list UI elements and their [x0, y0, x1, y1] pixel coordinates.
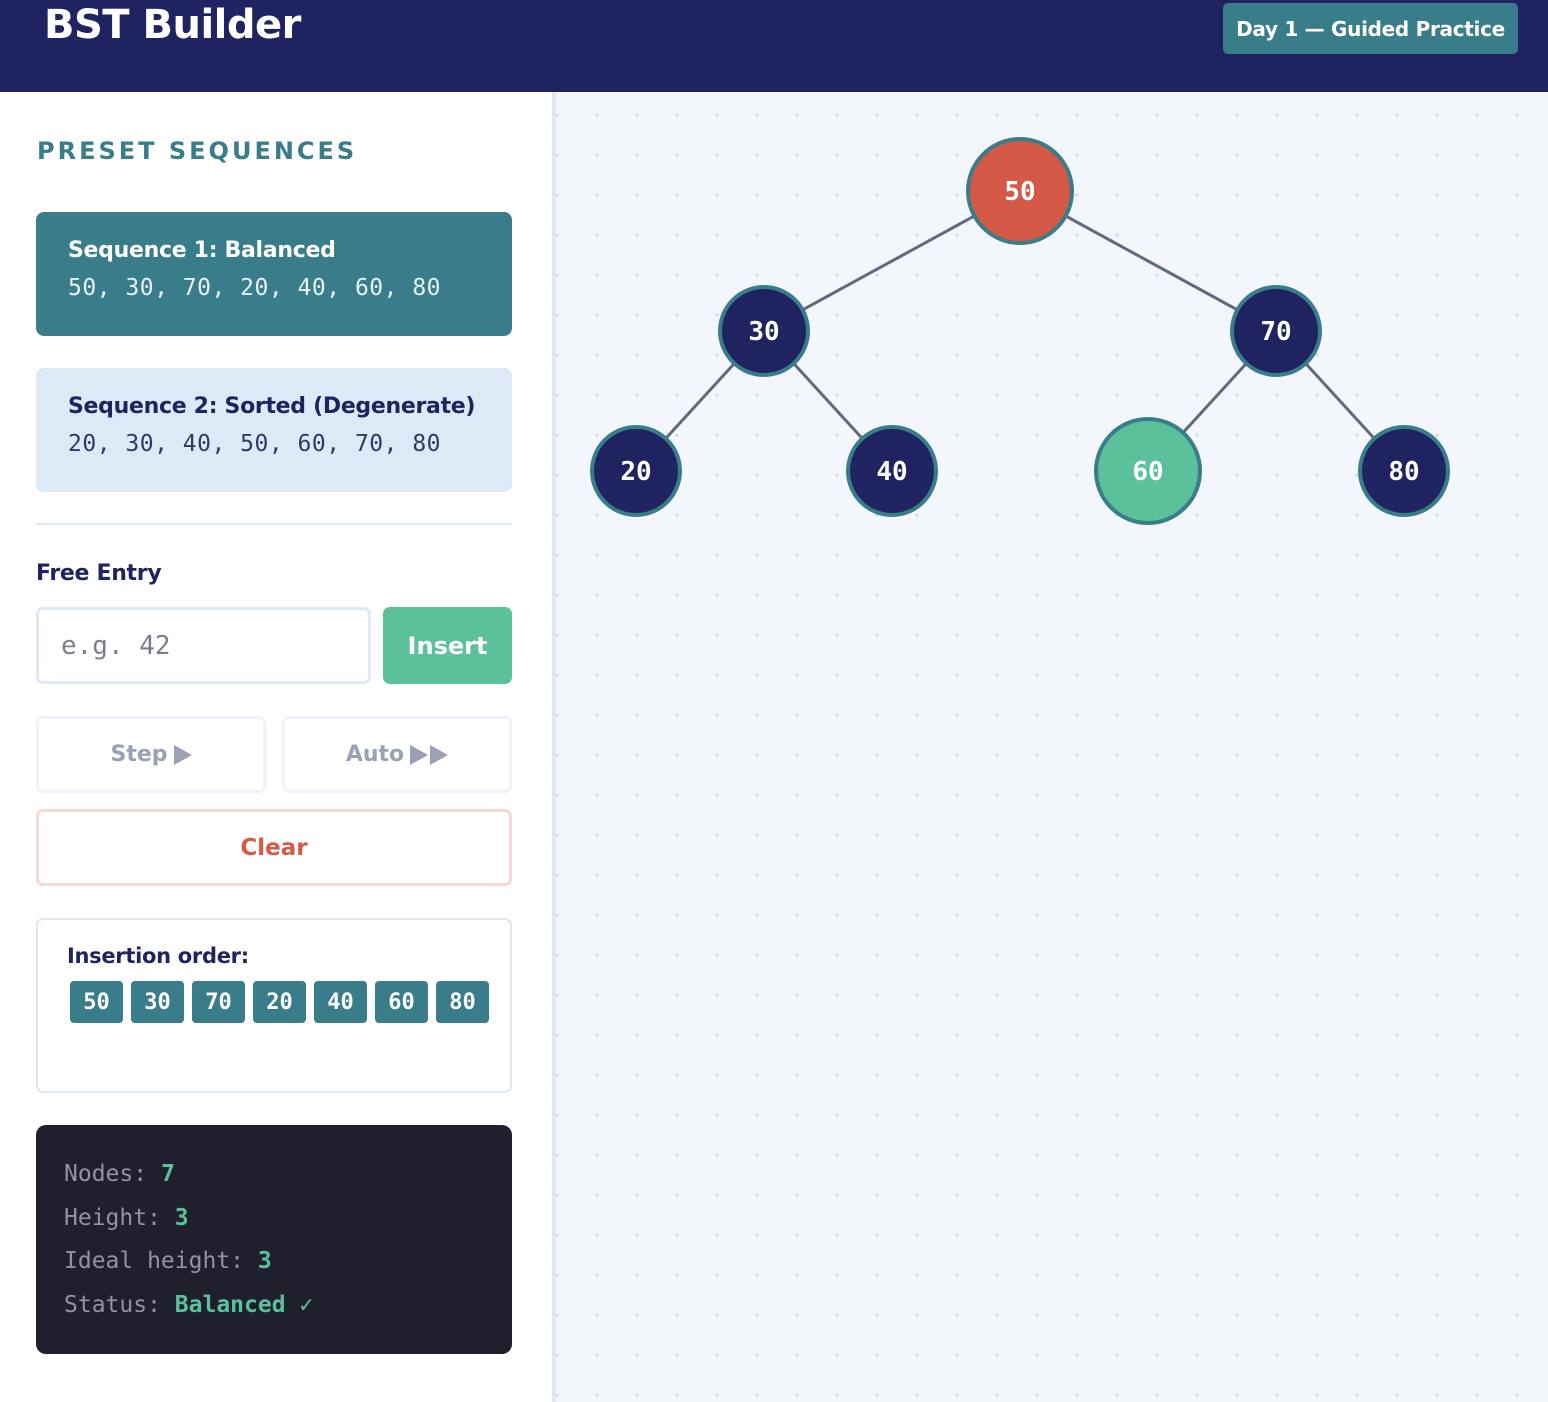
tree-node-label: 30 [748, 317, 779, 347]
tree-node-70[interactable]: 70 [1230, 285, 1322, 377]
tree-node-label: 80 [1388, 457, 1419, 487]
auto-button-label: Auto [345, 742, 405, 767]
tree-node-30[interactable]: 30 [718, 285, 810, 377]
sequence-name: Sequence 1: Balanced [68, 238, 336, 263]
free-entry-input[interactable] [36, 607, 371, 684]
order-chip: 50 [70, 981, 123, 1023]
free-entry-label: Free Entry [36, 561, 162, 586]
order-chip: 80 [436, 981, 489, 1023]
auto-button[interactable]: Auto [282, 716, 512, 793]
stat-status: Status: Balanced ✓ [64, 1291, 314, 1318]
stat-nodes: Nodes: 7 [64, 1161, 175, 1187]
tree-node-40[interactable]: 40 [846, 425, 938, 517]
day-badge: Day 1 — Guided Practice [1223, 3, 1518, 54]
clear-button[interactable]: Clear [36, 809, 512, 886]
step-button-label: Step [110, 742, 168, 767]
tree-node-label: 20 [620, 457, 651, 487]
stat-ideal-height: Ideal height: 3 [64, 1248, 272, 1274]
stat-height: Height: 3 [64, 1204, 189, 1231]
tree-svg: 50 30 70 20 40 60 80 [590, 137, 1450, 525]
step-button[interactable]: Step [36, 716, 266, 793]
play-icon [173, 744, 192, 765]
order-chip: 70 [192, 981, 245, 1023]
fast-forward-icon [410, 744, 449, 765]
app-title: BST Builder [44, 2, 301, 48]
tree-canvas[interactable]: 50 30 70 20 40 60 80 [556, 92, 1548, 1402]
stats-panel: Nodes: 7 Height: 3 Ideal height: 3 Statu… [36, 1125, 512, 1354]
order-chip: 20 [253, 981, 306, 1023]
tree-node-label: 70 [1260, 317, 1291, 347]
tree-node-80[interactable]: 80 [1358, 425, 1450, 517]
tree-node-20[interactable]: 20 [590, 425, 682, 517]
tree-node-label: 50 [1004, 177, 1035, 207]
preset-sequence-sorted[interactable]: Sequence 2: Sorted (Degenerate) 20, 30, … [36, 368, 512, 492]
tree-node-60[interactable]: 60 [1094, 417, 1202, 525]
section-divider [36, 523, 512, 525]
order-chip: 40 [314, 981, 367, 1023]
insertion-order-label: Insertion order: [67, 944, 249, 968]
preset-sequence-balanced[interactable]: Sequence 1: Balanced 50, 30, 70, 20, 40,… [36, 212, 512, 336]
preset-sequences-heading: PRESET SEQUENCES [37, 137, 358, 165]
sequence-values: 50, 30, 70, 20, 40, 60, 80 [68, 275, 442, 301]
tree-node-label: 40 [876, 457, 907, 487]
tree-node-label: 60 [1132, 457, 1163, 487]
insertion-order-panel: Insertion order: 50 30 70 20 40 60 80 [36, 918, 512, 1093]
sequence-name: Sequence 2: Sorted (Degenerate) [68, 394, 476, 419]
sequence-values: 20, 30, 40, 50, 60, 70, 80 [68, 431, 442, 457]
order-chip: 30 [131, 981, 184, 1023]
tree-node-50[interactable]: 50 [966, 137, 1074, 245]
order-chip: 60 [375, 981, 428, 1023]
insertion-order-chips: 50 30 70 20 40 60 80 [70, 981, 490, 1023]
app-header: BST Builder Day 1 — Guided Practice [0, 0, 1548, 92]
insert-button[interactable]: Insert [383, 607, 512, 684]
